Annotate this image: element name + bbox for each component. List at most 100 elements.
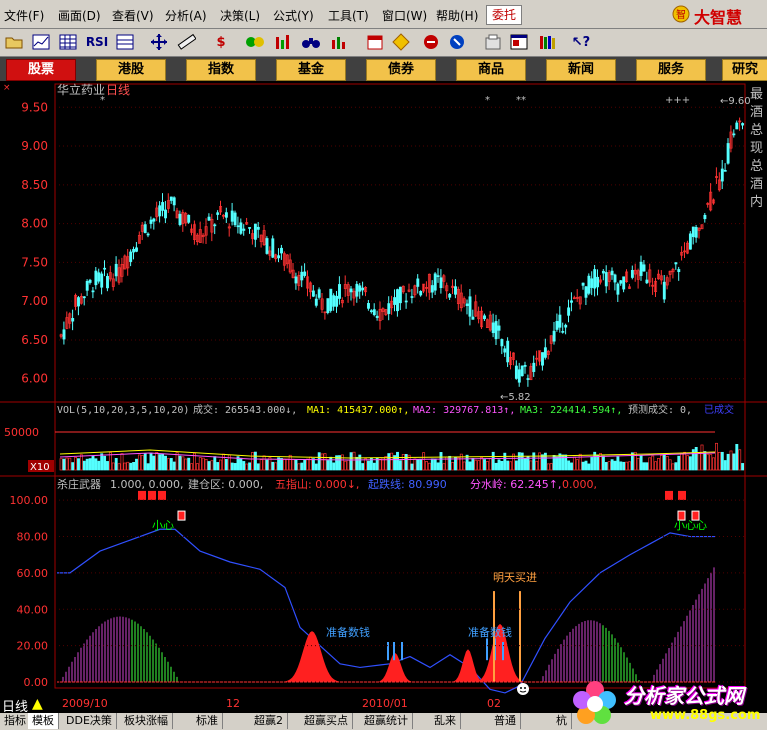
calendar-icon[interactable] bbox=[364, 32, 386, 52]
menu-view[interactable]: 查看(V) bbox=[112, 7, 154, 24]
volume-bar bbox=[555, 456, 559, 471]
tab-bond[interactable]: 债券 bbox=[366, 59, 436, 81]
volume-bar bbox=[256, 463, 260, 471]
tab-template[interactable]: 模板 bbox=[28, 713, 59, 729]
menu-file[interactable]: 文件(F) bbox=[4, 7, 44, 24]
open-folder-icon[interactable] bbox=[3, 32, 25, 52]
candle-body bbox=[555, 321, 559, 330]
menu-help[interactable]: 帮助(H) bbox=[436, 7, 478, 24]
tab-standard[interactable]: 标准 bbox=[192, 713, 223, 729]
svg-text:现: 现 bbox=[750, 141, 763, 156]
menu-view-screen[interactable]: 画面(D) bbox=[58, 7, 101, 24]
link-icon[interactable] bbox=[420, 32, 442, 52]
help-cursor-icon[interactable]: ↖? bbox=[570, 32, 592, 52]
diamond-icon[interactable] bbox=[390, 32, 412, 52]
volume-bar bbox=[697, 453, 701, 471]
menu-decision[interactable]: 决策(L) bbox=[220, 7, 260, 24]
volume-bar bbox=[738, 449, 742, 471]
volume-bar bbox=[659, 455, 663, 471]
volume-bar bbox=[227, 454, 231, 471]
volume-bar bbox=[514, 460, 518, 471]
candle-body bbox=[62, 329, 66, 340]
tab-service[interactable]: 服务 bbox=[636, 59, 706, 81]
volume-bar bbox=[85, 458, 89, 471]
candle-body bbox=[369, 310, 373, 313]
entrust-button[interactable]: 委托 bbox=[486, 5, 522, 25]
candle-body bbox=[164, 209, 167, 219]
volume-bar bbox=[590, 456, 594, 471]
menu-formula[interactable]: 公式(Y) bbox=[273, 7, 314, 24]
bars-icon[interactable] bbox=[244, 32, 266, 52]
columns-icon[interactable] bbox=[272, 32, 294, 52]
volume-bar bbox=[601, 455, 605, 471]
candle-body bbox=[97, 272, 101, 282]
svg-text:酒: 酒 bbox=[750, 177, 763, 192]
tab-index[interactable]: 指数 bbox=[186, 59, 256, 81]
volume-bar bbox=[106, 461, 109, 471]
chart-icon[interactable] bbox=[30, 32, 52, 52]
menu-window[interactable]: 窗口(W) bbox=[382, 7, 427, 24]
volume-bar bbox=[224, 459, 228, 471]
candle-body bbox=[239, 222, 243, 234]
tab-chaoying-buy[interactable]: 超赢买点 bbox=[300, 713, 353, 729]
volume-bar bbox=[604, 462, 608, 471]
tab-dde[interactable]: DDE决策 bbox=[62, 713, 117, 729]
tab-normal[interactable]: 普通 bbox=[490, 713, 521, 729]
ruler-icon[interactable] bbox=[175, 32, 197, 52]
tab-stock[interactable]: 股票 bbox=[6, 59, 76, 81]
books-icon[interactable] bbox=[536, 32, 558, 52]
menu-tools[interactable]: 工具(T) bbox=[328, 7, 369, 24]
candle-body bbox=[169, 196, 173, 201]
tab-sector-gain[interactable]: 板块涨幅 bbox=[120, 713, 173, 729]
volume-bar bbox=[622, 461, 626, 471]
tab-research[interactable]: 研究 bbox=[722, 59, 767, 81]
move-icon[interactable] bbox=[148, 32, 170, 52]
volume-bar bbox=[297, 463, 301, 471]
grid-icon[interactable] bbox=[114, 32, 136, 52]
volume-bar bbox=[166, 458, 170, 471]
candle-body bbox=[503, 348, 507, 353]
volume-bar bbox=[169, 458, 173, 471]
tab-news[interactable]: 新闻 bbox=[546, 59, 616, 81]
menu-analysis[interactable]: 分析(A) bbox=[165, 7, 207, 24]
kline-chart-area[interactable]: 9.50 9.00 8.50 8.00 7.50 7.00 6.50 6.00 华立药业 日线… bbox=[0, 82, 767, 696]
tab-chaoying2[interactable]: 超赢2 bbox=[250, 713, 288, 729]
tab-indicator[interactable]: 指标 bbox=[0, 713, 31, 729]
volume-bar bbox=[201, 457, 205, 471]
candle-body bbox=[561, 330, 565, 333]
volume-bar bbox=[430, 458, 434, 471]
tab-fund[interactable]: 基金 bbox=[276, 59, 346, 81]
phone-icon[interactable] bbox=[446, 32, 468, 52]
doc-icon[interactable] bbox=[482, 32, 504, 52]
volume-bar bbox=[436, 462, 440, 471]
volume-bar bbox=[732, 453, 736, 471]
tab-chaoying-stats[interactable]: 超赢统计 bbox=[360, 713, 413, 729]
signal-caution-left: 小心 bbox=[152, 519, 174, 532]
dollar-icon[interactable]: $ bbox=[210, 32, 232, 52]
candle-body bbox=[688, 233, 692, 250]
volume-bar bbox=[265, 459, 269, 471]
tab-commodity[interactable]: 商品 bbox=[456, 59, 526, 81]
volume-bar bbox=[425, 461, 428, 471]
volume-bar bbox=[645, 462, 649, 471]
tab-hk-stock[interactable]: 港股 bbox=[96, 59, 166, 81]
window-icon[interactable] bbox=[508, 32, 530, 52]
candle-body bbox=[393, 297, 397, 305]
volume-bar bbox=[97, 460, 101, 471]
volume-bar bbox=[613, 460, 617, 471]
candle-body bbox=[645, 279, 649, 284]
rsi-icon[interactable]: RSI bbox=[84, 32, 110, 52]
tab-hang[interactable]: 杭 bbox=[552, 713, 572, 729]
table-icon[interactable] bbox=[57, 32, 79, 52]
candle-body bbox=[570, 300, 573, 303]
tab-luanlai[interactable]: 乱来 bbox=[430, 713, 461, 729]
chart-svg[interactable]: 9.50 9.00 8.50 8.00 7.50 7.00 6.50 6.00 华立药业 日线… bbox=[0, 82, 767, 696]
smiley-icon bbox=[517, 683, 529, 695]
finance-icon[interactable] bbox=[328, 32, 350, 52]
binoculars-icon[interactable] bbox=[300, 32, 322, 52]
candle-body bbox=[454, 286, 457, 295]
volume-bar bbox=[422, 452, 426, 471]
candle-body bbox=[677, 269, 681, 273]
volume-bar bbox=[570, 462, 573, 471]
volume-bar bbox=[155, 452, 159, 471]
